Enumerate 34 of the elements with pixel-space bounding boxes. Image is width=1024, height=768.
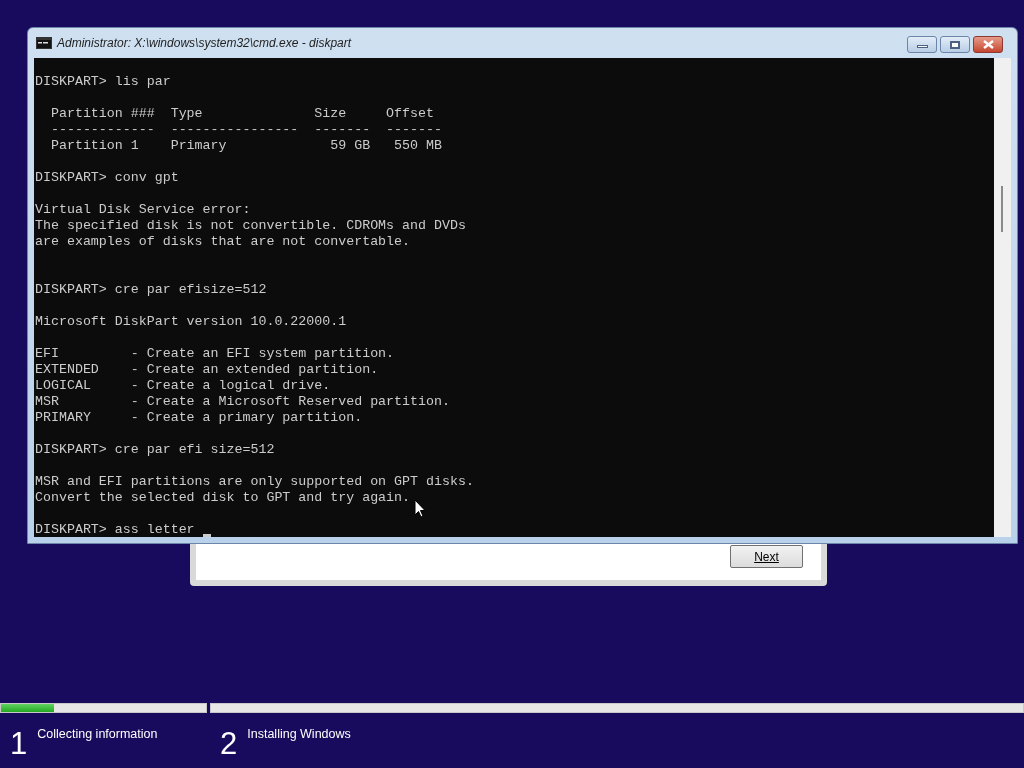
console-output: MSR - Create a Microsoft Reserved partition.: [35, 394, 450, 410]
next-button[interactable]: Next: [730, 545, 803, 568]
scrollbar-thumb[interactable]: [1001, 186, 1003, 232]
maximize-button[interactable]: [940, 36, 970, 53]
console-output: Partition 1 Primary 59 GB 550 MB: [49, 138, 442, 154]
console-output: are examples of disks that are not convertable.: [35, 234, 411, 250]
console-output: Convert the selected disk to GPT and try again.: [35, 490, 411, 506]
console-output: LOGICAL - Create a logical drive.: [35, 378, 331, 394]
console-output: EXTENDED - Create an extended partition.: [35, 362, 379, 378]
console-output: ------------- ---------------- ------- -------: [49, 122, 442, 138]
console-command: DISKPART> cre par efi size=512: [35, 442, 275, 458]
console-icon: [36, 37, 52, 49]
close-icon: [982, 40, 994, 49]
console-output: Virtual Disk Service error:: [35, 202, 251, 218]
mouse-pointer-icon: [414, 499, 426, 518]
console-command: DISKPART> ass letter: [35, 522, 196, 537]
console-command: DISKPART> cre par efisize=512: [35, 282, 267, 298]
text-cursor: [202, 534, 211, 537]
console-output: PRIMARY - Create a primary partition.: [35, 410, 363, 426]
step-number: 2: [220, 727, 238, 761]
console-command: DISKPART> conv gpt: [35, 170, 179, 186]
minimize-button[interactable]: [907, 36, 937, 53]
close-button[interactable]: [973, 36, 1003, 53]
console-output: MSR and EFI partitions are only supported on GPT disks.: [35, 474, 474, 490]
console-output: EFI - Create an EFI system partition.: [35, 346, 395, 362]
window-title: Administrator: X:\windows\system32\cmd.exe - diskpart: [57, 35, 352, 52]
console-output: Partition ### Type Size Offset: [49, 106, 434, 122]
console-command: DISKPART> lis par: [35, 74, 171, 90]
step-number: 1: [10, 727, 28, 761]
console-output: The specified disk is not convertible. CDROMs and DVDs: [35, 218, 466, 234]
console-output: Microsoft DiskPart version 10.0.22000.1: [35, 314, 347, 330]
scrollbar[interactable]: [994, 58, 1011, 537]
step-label: Installing Windows: [247, 726, 351, 743]
step-label: Collecting information: [37, 726, 158, 743]
